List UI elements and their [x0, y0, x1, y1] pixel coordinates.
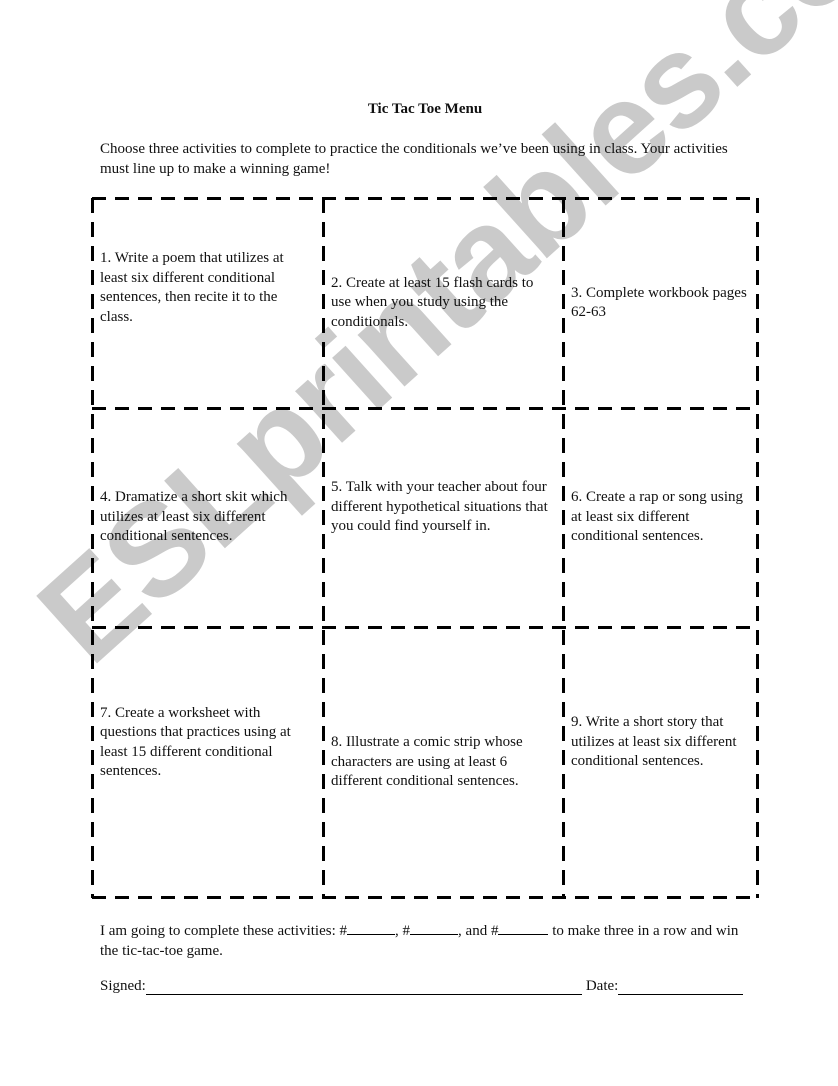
activity-cell-1: 1. Write a poem that utilizes at least s… — [92, 198, 323, 408]
activity-text: 3. Complete workbook pages 62-63 — [571, 284, 747, 321]
activity-text: 7. Create a worksheet with questions tha… — [100, 704, 291, 780]
tic-tac-toe-grid: 1. Write a poem that utilizes at least s… — [91, 197, 759, 899]
activity-cell-5: 5. Talk with your teacher about four dif… — [323, 408, 563, 627]
activity-cell-6: 6. Create a rap or song using at least s… — [563, 408, 757, 627]
grid-line-bottom — [92, 896, 759, 899]
activity-cell-8: 8. Illustrate a comic strip whose charac… — [323, 627, 563, 898]
grid-line-col2 — [562, 198, 565, 898]
activity-text: 8. Illustrate a comic strip whose charac… — [331, 734, 523, 790]
commitment-text-2: , # — [395, 923, 411, 939]
signature-row: Signed: Date: — [100, 978, 760, 995]
grid-line-top — [92, 197, 759, 200]
date-line[interactable] — [618, 980, 744, 995]
activity-text: 2. Create at least 15 flash cards to use… — [331, 274, 534, 330]
activity-cell-3: 3. Complete workbook pages 62-63 — [563, 198, 757, 408]
commitment-statement: I am going to complete these activities:… — [100, 920, 760, 961]
grid-line-row1 — [92, 407, 759, 410]
commitment-text-1: I am going to complete these activities:… — [100, 923, 348, 939]
activity-cell-9: 9. Write a short story that utilizes at … — [563, 627, 757, 898]
signed-label: Signed: — [100, 978, 146, 994]
grid-line-right — [756, 198, 759, 898]
activity-number-blank-3[interactable] — [498, 920, 549, 935]
date-label: Date: — [585, 978, 619, 994]
grid-line-left — [91, 198, 94, 898]
activity-text: 6. Create a rap or song using at least s… — [571, 489, 744, 545]
instructions: Choose three activities to complete to p… — [100, 141, 728, 177]
activity-text: 5. Talk with your teacher about four dif… — [331, 479, 548, 535]
activity-text: 9. Write a short story that utilizes at … — [571, 714, 737, 770]
activity-cell-7: 7. Create a worksheet with questions tha… — [92, 627, 323, 898]
activity-cell-4: 4. Dramatize a short skit which utilizes… — [92, 408, 323, 627]
activity-number-blank-2[interactable] — [410, 920, 459, 935]
grid-line-row2 — [92, 626, 759, 629]
activity-cell-2: 2. Create at least 15 flash cards to use… — [323, 198, 563, 408]
activity-text: 1. Write a poem that utilizes at least s… — [100, 250, 284, 325]
activity-number-blank-1[interactable] — [347, 920, 396, 935]
signature-line[interactable] — [145, 980, 582, 995]
page-title: Tic Tac Toe Menu — [367, 101, 483, 117]
commitment-text-3: , and # — [458, 923, 499, 939]
activity-text: 4. Dramatize a short skit which utilizes… — [100, 489, 288, 545]
grid-line-col1 — [322, 198, 325, 898]
